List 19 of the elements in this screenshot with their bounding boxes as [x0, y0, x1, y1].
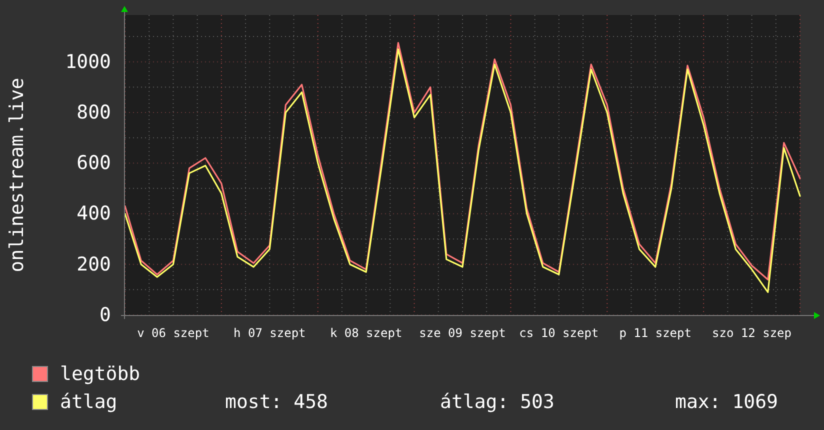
legend-stat: max: 1069 — [675, 391, 778, 413]
legend-label: átlag — [60, 391, 118, 413]
tick-label: sze 09 szept — [419, 326, 506, 340]
axis-title: onlinestream.live — [6, 78, 28, 272]
tick-label: 400 — [76, 202, 111, 225]
tick-label: h 07 szept — [234, 326, 306, 340]
tick-label: cs 10 szept — [519, 326, 599, 340]
tick-label: szo 12 szep — [712, 326, 792, 340]
legend-label: legtöbb — [60, 363, 142, 385]
tick-label: p 11 szept — [619, 326, 692, 340]
tick-label: k 08 szept — [330, 326, 402, 340]
tick-label: 200 — [76, 253, 111, 276]
tick-label: 0 — [100, 304, 111, 326]
tick-label: v 06 szept — [137, 326, 210, 340]
tick-label: 600 — [76, 152, 111, 174]
tick-label: 800 — [76, 101, 111, 124]
tick-label: 1000 — [65, 50, 111, 73]
legend-stat: most: 458 — [225, 391, 329, 413]
legend-stat: átlag: 503 — [440, 391, 556, 413]
